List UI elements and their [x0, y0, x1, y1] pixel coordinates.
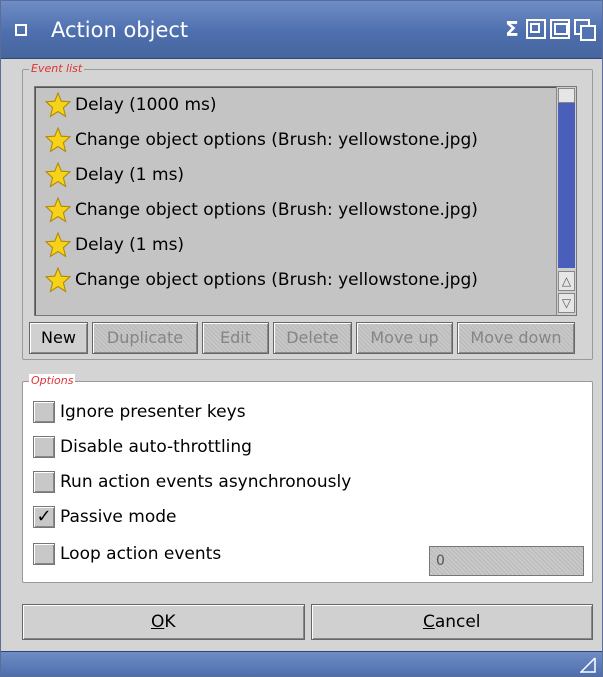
duplicate-button[interactable]: Duplicate [92, 322, 198, 354]
loop-action-events-option[interactable]: Loop action events [33, 540, 221, 568]
event-list-group: Event list Delay (1000 ms) Change object… [22, 62, 593, 360]
cancel-mnemonic: C [422, 612, 435, 632]
run-async-checkbox[interactable] [33, 471, 55, 493]
run-async-label: Run action events asynchronously [60, 472, 352, 492]
passive-mode-checkbox[interactable]: ✓ [33, 506, 55, 528]
action-object-window: Action object Σ Event list Delay (1000 m… [0, 0, 603, 677]
move-down-button[interactable]: Move down [457, 322, 575, 354]
window-title: Action object [51, 18, 189, 42]
list-item-text: Delay (1 ms) [75, 234, 185, 255]
list-item-text: Delay (1000 ms) [75, 94, 217, 115]
ok-label: K [164, 612, 176, 632]
loop-count-field[interactable]: 0 [429, 546, 584, 576]
ok-button[interactable]: OK [22, 604, 305, 640]
disable-auto-throttling-checkbox[interactable] [33, 436, 55, 458]
window-bottom-bar [1, 651, 602, 676]
list-item-text: Change object options (Brush: yellowston… [75, 269, 478, 290]
iconify-icon[interactable] [526, 19, 546, 39]
title-gadgets: Σ [502, 19, 596, 41]
new-button[interactable]: New [29, 322, 88, 354]
zoom-icon[interactable] [550, 19, 570, 39]
title-bar[interactable]: Action object Σ [1, 1, 602, 59]
list-scrollbar[interactable]: △ ▽ [556, 87, 576, 315]
disable-auto-throttling-option[interactable]: Disable auto-throttling [33, 433, 252, 461]
cancel-button[interactable]: Cancel [310, 604, 593, 640]
ok-mnemonic: O [150, 612, 165, 632]
ignore-presenter-keys-label: Ignore presenter keys [60, 402, 246, 422]
event-items: Delay (1000 ms) Change object options (B… [35, 87, 559, 315]
resize-icon[interactable] [580, 657, 596, 673]
list-item[interactable]: Delay (1 ms) [35, 157, 559, 192]
cancel-label: ancel [434, 612, 481, 632]
event-listview[interactable]: Delay (1000 ms) Change object options (B… [34, 86, 577, 316]
passive-mode-option[interactable]: ✓ Passive mode [33, 503, 176, 531]
passive-mode-label: Passive mode [60, 507, 177, 527]
disable-auto-throttling-label: Disable auto-throttling [60, 437, 252, 457]
run-async-option[interactable]: Run action events asynchronously [33, 468, 351, 496]
list-item-text: Change object options (Brush: yellowston… [75, 129, 478, 150]
star-icon [45, 196, 71, 223]
star-icon [45, 266, 71, 293]
options-group: Options Ignore presenter keys Disable au… [22, 374, 593, 583]
loop-action-events-checkbox[interactable] [33, 543, 55, 565]
depth-icon[interactable] [574, 19, 596, 41]
ignore-presenter-keys-option[interactable]: Ignore presenter keys [33, 398, 246, 426]
edit-button[interactable]: Edit [202, 322, 269, 354]
scroll-knob[interactable] [558, 88, 575, 103]
ignore-presenter-keys-checkbox[interactable] [33, 401, 55, 423]
move-up-button[interactable]: Move up [356, 322, 453, 354]
scroll-track[interactable] [558, 88, 575, 268]
event-list-label: Event list [29, 62, 85, 76]
delete-button[interactable]: Delete [273, 322, 352, 354]
sigma-icon[interactable]: Σ [502, 19, 522, 39]
scroll-down-icon[interactable]: ▽ [558, 293, 575, 313]
list-item[interactable]: Change object options (Brush: yellowston… [35, 192, 559, 227]
star-icon [45, 231, 71, 258]
star-icon [45, 161, 71, 188]
list-item[interactable]: Change object options (Brush: yellowston… [35, 262, 559, 297]
list-item[interactable]: Change object options (Brush: yellowston… [35, 122, 559, 157]
dialog-buttons: OK Cancel [22, 604, 593, 640]
star-icon [45, 91, 71, 118]
list-item[interactable]: Delay (1000 ms) [35, 87, 559, 122]
scroll-up-icon[interactable]: △ [558, 271, 575, 291]
star-icon [45, 126, 71, 153]
close-icon[interactable] [15, 24, 27, 36]
options-label: Options [29, 374, 76, 388]
loop-action-events-label: Loop action events [60, 544, 222, 564]
list-item[interactable]: Delay (1 ms) [35, 227, 559, 262]
list-item-text: Change object options (Brush: yellowston… [75, 199, 478, 220]
event-button-row: New Duplicate Edit Delete Move up Move d… [29, 322, 575, 354]
list-item-text: Delay (1 ms) [75, 164, 185, 185]
